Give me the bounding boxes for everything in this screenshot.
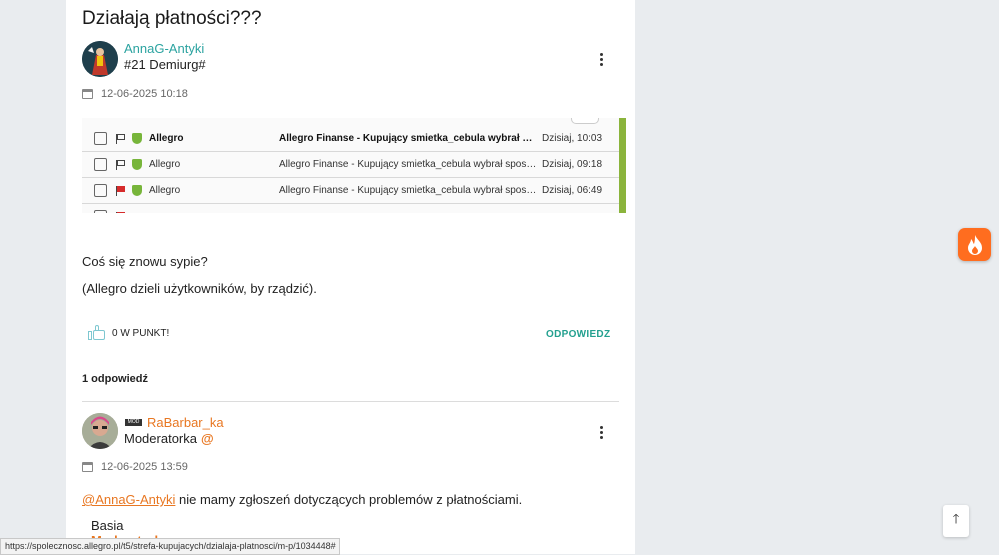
flag-icon xyxy=(115,211,126,213)
mail-row-partial xyxy=(82,204,619,213)
checkbox-icon xyxy=(94,210,107,213)
calendar-icon xyxy=(82,462,93,472)
reply-text: @AnnaG-Antyki nie mamy zgłoszeń dotycząc… xyxy=(82,492,522,507)
shield-icon xyxy=(132,185,142,196)
more-vert-icon[interactable] xyxy=(600,426,604,441)
post-paragraph: Coś się znowu sypie? xyxy=(82,254,208,269)
mail-row: Allegro Allegro Finanse - Kupujący smiet… xyxy=(82,178,619,204)
flag-icon xyxy=(115,185,126,196)
mail-subject: Allegro Finanse - Kupujący smietka_cebul… xyxy=(279,133,537,144)
post-card: Działają płatności??? AnnaG-Antyki #21 D… xyxy=(66,0,635,554)
arrow-up-icon[interactable]: 🡑 xyxy=(943,505,969,537)
calendar-icon xyxy=(82,89,93,99)
post-date-text: 12-06-2025 10:18 xyxy=(101,88,188,100)
mail-subject: Allegro Finanse - Kupujący smietka_cebul… xyxy=(279,159,537,170)
post-date: 12-06-2025 10:18 xyxy=(82,88,188,100)
author-avatar[interactable] xyxy=(82,41,118,77)
replies-count: 1 odpowiedź xyxy=(82,373,148,385)
mail-row: Allegro Allegro Finanse - Kupujący smiet… xyxy=(82,152,619,178)
mail-subject: Allegro Finanse - Kupujący smietka_cebul… xyxy=(279,185,537,196)
more-vert-icon[interactable] xyxy=(600,53,604,68)
flame-icon[interactable] xyxy=(958,228,991,261)
mail-time: Dzisiaj, 06:49 xyxy=(542,185,603,196)
checkbox-icon xyxy=(94,158,107,171)
mail-sender: Allegro xyxy=(149,133,184,144)
reply-author-name[interactable]: RaBarbar_ka xyxy=(147,415,224,430)
signature-name: Basia xyxy=(91,518,124,533)
mention-link[interactable]: @AnnaG-Antyki xyxy=(82,492,175,507)
reply-button[interactable]: ODPOWIEDZ xyxy=(546,329,610,340)
mail-row: Allegro Allegro Finanse - Kupujący smiet… xyxy=(82,126,619,152)
flag-icon xyxy=(115,133,126,144)
moderator-badge: MOD xyxy=(125,419,142,426)
mail-sender: Allegro xyxy=(149,185,181,196)
reply-author-avatar[interactable] xyxy=(82,413,118,449)
checkbox-icon xyxy=(94,184,107,197)
author-name[interactable]: AnnaG-Antyki xyxy=(124,41,204,56)
reply-date-text: 12-06-2025 13:59 xyxy=(101,461,188,473)
reply-text-body: nie mamy zgłoszeń dotyczących problemów … xyxy=(175,492,523,507)
reply-author-rank-text: Moderatorka xyxy=(124,431,197,446)
attached-screenshot[interactable]: Allegro Allegro Finanse - Kupujący smiet… xyxy=(82,118,626,213)
checkbox-icon xyxy=(94,132,107,145)
post-paragraph: (Allegro dzieli użytkowników, by rządzić… xyxy=(82,281,317,296)
shield-icon xyxy=(132,159,142,170)
flag-icon xyxy=(115,159,126,170)
mail-time: Dzisiaj, 09:18 xyxy=(542,159,603,170)
like-button[interactable]: 0 W PUNKT! xyxy=(88,325,169,341)
at-sign-icon: @ xyxy=(200,431,214,446)
mail-time: Dzisiaj, 10:03 xyxy=(542,133,603,144)
author-rank: #21 Demiurg# xyxy=(124,57,206,72)
divider xyxy=(82,401,619,402)
shield-icon xyxy=(132,133,142,144)
topic-title: Działają płatności??? xyxy=(82,8,262,29)
mail-sender: Allegro xyxy=(149,159,181,170)
reply-author-rank: Moderatorka @ xyxy=(124,431,214,446)
like-count: 0 W PUNKT! xyxy=(112,327,170,339)
status-bar-url: https://spolecznosc.allegro.pl/t5/strefa… xyxy=(0,538,340,555)
thumbs-up-icon xyxy=(88,325,106,341)
reply-date: 12-06-2025 13:59 xyxy=(82,461,188,473)
